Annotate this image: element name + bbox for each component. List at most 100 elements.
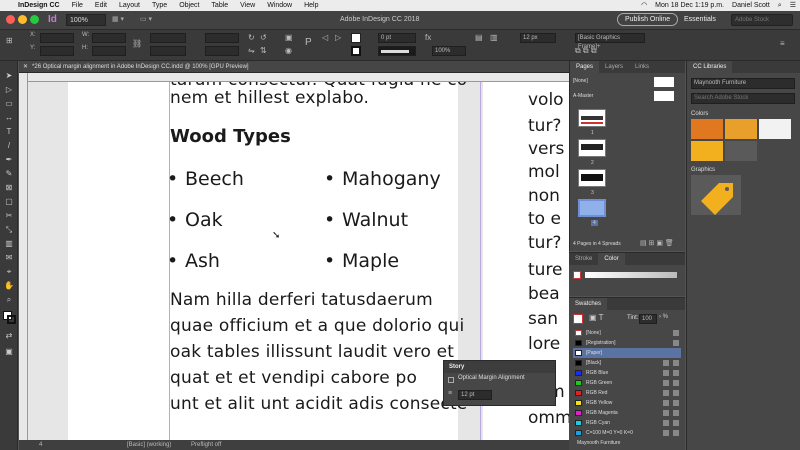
swatch-row-selected[interactable]: [Paper] bbox=[573, 348, 681, 358]
body-line[interactable]: quae officium et a que dolorio qui bbox=[170, 316, 464, 336]
swatch-row[interactable]: [Registration] bbox=[573, 338, 681, 348]
tint-field[interactable]: 100 bbox=[639, 314, 657, 324]
scissors-tool-icon[interactable]: ✂ bbox=[4, 211, 14, 221]
library-color-swatch[interactable] bbox=[759, 119, 791, 139]
page-thumbnail[interactable] bbox=[578, 109, 606, 127]
eyedropper-tool-icon[interactable]: ⌖ bbox=[4, 267, 14, 277]
optical-margin-checkbox[interactable] bbox=[448, 377, 454, 383]
swatch-row[interactable]: RGB Yellow bbox=[573, 398, 681, 408]
type-tool-icon[interactable]: T bbox=[4, 127, 14, 137]
menu-app[interactable]: InDesign CC bbox=[12, 0, 66, 11]
hand-tool-icon[interactable]: ✋ bbox=[4, 281, 14, 291]
right-column-line[interactable]: volo bbox=[528, 90, 564, 110]
menu-help[interactable]: Help bbox=[298, 0, 324, 11]
wifi-icon[interactable]: ◠ bbox=[637, 0, 651, 11]
page-thumbnail[interactable] bbox=[578, 169, 606, 187]
select-content-icon[interactable]: ◉ bbox=[285, 46, 292, 55]
color-ramp[interactable] bbox=[585, 272, 677, 278]
a-master-thumb[interactable] bbox=[654, 91, 674, 101]
bullet-item[interactable]: Beech bbox=[185, 168, 244, 190]
gap-tool-icon[interactable]: ↔ bbox=[4, 113, 14, 123]
body-line[interactable]: quat et et vendipi cabore po bbox=[170, 368, 417, 388]
library-select[interactable]: Maynooth Furniture bbox=[691, 78, 795, 89]
right-column-line[interactable]: san bbox=[528, 309, 558, 329]
text-wrap-icon[interactable]: ▤ bbox=[475, 33, 483, 42]
close-window-button[interactable] bbox=[6, 15, 15, 24]
note-tool-icon[interactable]: ✉ bbox=[4, 253, 14, 263]
stroke-type-select[interactable] bbox=[378, 46, 416, 56]
rotate-ccw-icon[interactable]: ↺ bbox=[260, 33, 267, 42]
y-field[interactable] bbox=[40, 46, 74, 56]
view-options-icon[interactable]: ▦ ▾ bbox=[112, 11, 124, 29]
rotate-field[interactable] bbox=[205, 33, 239, 43]
prev-object-icon[interactable]: ◁ bbox=[322, 33, 328, 42]
x-field[interactable] bbox=[40, 33, 74, 43]
flip-h-icon[interactable]: ⇋ bbox=[248, 46, 255, 55]
text-wrap-bounding-icon[interactable]: ▥ bbox=[490, 33, 498, 42]
next-object-icon[interactable]: ▷ bbox=[335, 33, 341, 42]
vertical-ruler[interactable] bbox=[19, 73, 28, 440]
swatch-row[interactable]: RGB Cyan bbox=[573, 418, 681, 428]
fill-stroke-proxy-icon[interactable] bbox=[573, 314, 583, 324]
tab-layers[interactable]: Layers bbox=[599, 61, 629, 73]
swatch-group[interactable]: Maynooth Furniture bbox=[573, 438, 681, 448]
stroke-swatch[interactable] bbox=[351, 46, 361, 56]
select-container-icon[interactable]: ▣ bbox=[285, 33, 293, 42]
right-column-line[interactable]: lore bbox=[528, 334, 560, 354]
line-tool-icon[interactable]: / bbox=[4, 141, 14, 151]
bullet-item[interactable]: Ash bbox=[185, 250, 220, 272]
a-master[interactable]: A-Master bbox=[573, 93, 593, 99]
zoom-tool-icon[interactable]: ⌕ bbox=[4, 295, 14, 305]
text-line[interactable]: nem et hillest explabo. bbox=[170, 88, 369, 108]
height-field[interactable] bbox=[92, 46, 126, 56]
swatch-row[interactable]: [None] bbox=[573, 328, 681, 338]
heading-wood-types[interactable]: Wood Types bbox=[170, 126, 291, 147]
none-color-icon[interactable] bbox=[573, 271, 581, 279]
rectangle-frame-tool-icon[interactable]: ⊠ bbox=[4, 183, 14, 193]
swap-colors-icon[interactable]: ⇄ bbox=[4, 331, 14, 341]
menu-window[interactable]: Window bbox=[261, 0, 298, 11]
none-master[interactable]: [None] bbox=[573, 78, 588, 84]
library-color-swatch[interactable] bbox=[725, 141, 757, 161]
swatch-row[interactable]: C=100 M=0 Y=0 K=0 bbox=[573, 428, 681, 438]
page-thumbnail-selected[interactable] bbox=[578, 199, 606, 217]
tab-swatches[interactable]: Swatches bbox=[569, 298, 608, 310]
story-panel-title[interactable]: Story bbox=[444, 361, 555, 373]
right-column-line[interactable]: tur? bbox=[528, 116, 561, 136]
bullet-item[interactable]: Walnut bbox=[342, 209, 408, 231]
library-color-swatch[interactable] bbox=[691, 119, 723, 139]
object-style-select[interactable]: [Basic Graphics Frame]+ bbox=[575, 33, 645, 50]
gradient-tool-icon[interactable]: ▥ bbox=[4, 239, 14, 249]
page-thumbnail[interactable] bbox=[578, 139, 606, 157]
right-column-line[interactable]: tur? bbox=[528, 233, 561, 253]
menu-layout[interactable]: Layout bbox=[113, 0, 146, 11]
body-line[interactable]: oak tables illissunt laudit vero et bbox=[170, 342, 454, 362]
swatch-row[interactable]: [Black] bbox=[573, 358, 681, 368]
library-search-input[interactable]: Search Adobe Stock bbox=[691, 93, 795, 104]
right-column-line[interactable]: bea bbox=[528, 284, 560, 304]
tab-pages[interactable]: Pages bbox=[570, 61, 600, 73]
stock-search-input[interactable]: Adobe Stock bbox=[731, 14, 793, 26]
direct-selection-tool-icon[interactable]: ▷ bbox=[4, 85, 14, 95]
tab-links[interactable]: Links bbox=[629, 61, 655, 73]
width-field[interactable] bbox=[92, 33, 126, 43]
spotlight-icon[interactable]: ⌕ bbox=[774, 0, 786, 11]
library-color-swatch[interactable] bbox=[725, 119, 757, 139]
pen-tool-icon[interactable]: ✒ bbox=[4, 155, 14, 165]
close-tab-icon[interactable]: ✕ bbox=[23, 64, 28, 70]
swatch-row[interactable]: RGB Red bbox=[573, 388, 681, 398]
story-size-field[interactable]: 12 pt bbox=[458, 390, 492, 400]
right-column-line[interactable]: to e bbox=[528, 209, 561, 229]
menu-type[interactable]: Type bbox=[146, 0, 173, 11]
pencil-tool-icon[interactable]: ✎ bbox=[4, 169, 14, 179]
minimize-window-button[interactable] bbox=[18, 15, 27, 24]
maximize-window-button[interactable] bbox=[30, 15, 39, 24]
menu-edit[interactable]: Edit bbox=[89, 0, 113, 11]
right-column-line[interactable]: ture bbox=[528, 260, 563, 280]
selection-tool-icon[interactable]: ➤ bbox=[4, 71, 14, 81]
preview-mode-icon[interactable]: ▣ bbox=[4, 347, 14, 357]
right-column-line[interactable]: non bbox=[528, 186, 560, 206]
menu-table[interactable]: Table bbox=[205, 0, 234, 11]
none-master-thumb[interactable] bbox=[654, 77, 674, 87]
swatch-row[interactable]: RGB Blue bbox=[573, 368, 681, 378]
